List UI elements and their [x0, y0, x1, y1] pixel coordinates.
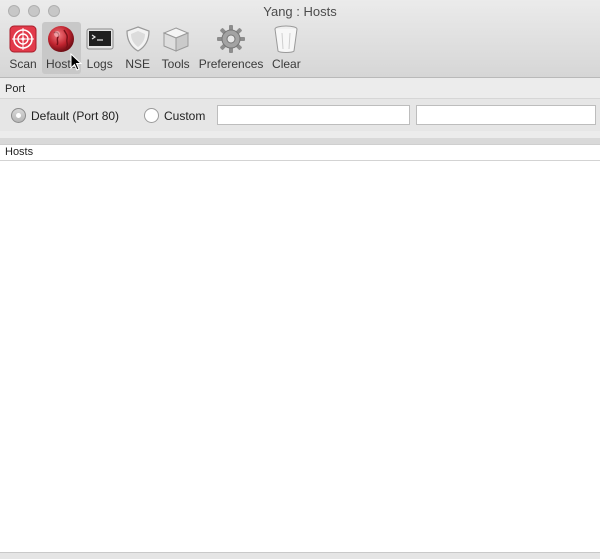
window-title: Yang : Hosts [263, 4, 337, 19]
mouse-pointer-icon [70, 53, 82, 71]
toolbar-clear-label: Clear [272, 57, 301, 71]
toolbar-scan-label: Scan [9, 57, 37, 71]
hosts-globe-icon [48, 26, 75, 52]
radio-unselected-icon [144, 108, 159, 123]
scan-target-icon [9, 25, 37, 53]
toolbar-logs-label: Logs [86, 57, 113, 71]
toolbar-nse-label: NSE [125, 57, 151, 71]
custom-port-input-2[interactable] [416, 105, 596, 125]
toolbar-scan-button[interactable]: Scan [4, 22, 42, 74]
custom-port-label: Custom [164, 108, 206, 123]
title-bar: Yang : Hosts Scan Hosts Logs NSE Tools P… [0, 0, 600, 78]
terminal-icon [86, 28, 114, 50]
default-port-radio[interactable]: Default (Port 80) [11, 108, 119, 123]
toolbar-tools-button[interactable]: Tools [157, 22, 195, 74]
toolbar-logs-button[interactable]: Logs [81, 22, 119, 74]
toolbar-nse-button[interactable]: NSE [119, 22, 157, 74]
hosts-table[interactable]: Hosts [0, 144, 600, 553]
box-icon [162, 27, 189, 52]
gear-icon [217, 25, 246, 53]
toolbar-preferences-label: Preferences [198, 57, 264, 71]
toolbar-preferences-button[interactable]: Preferences [195, 22, 268, 74]
trash-icon [274, 25, 298, 53]
port-options-row: Default (Port 80) Custom [0, 98, 600, 131]
toolbar-tools-label: Tools [161, 57, 190, 71]
toolbar: Scan Hosts Logs NSE Tools Preferences Cl… [4, 22, 305, 74]
port-section-label: Port [5, 83, 26, 95]
custom-port-input-1[interactable] [217, 105, 410, 125]
hosts-column-header[interactable]: Hosts [0, 145, 600, 161]
custom-port-radio[interactable]: Custom [144, 108, 205, 123]
radio-selected-icon [11, 108, 26, 123]
default-port-label: Default (Port 80) [31, 108, 120, 123]
toolbar-clear-button[interactable]: Clear [267, 22, 305, 74]
shield-icon [126, 26, 150, 52]
